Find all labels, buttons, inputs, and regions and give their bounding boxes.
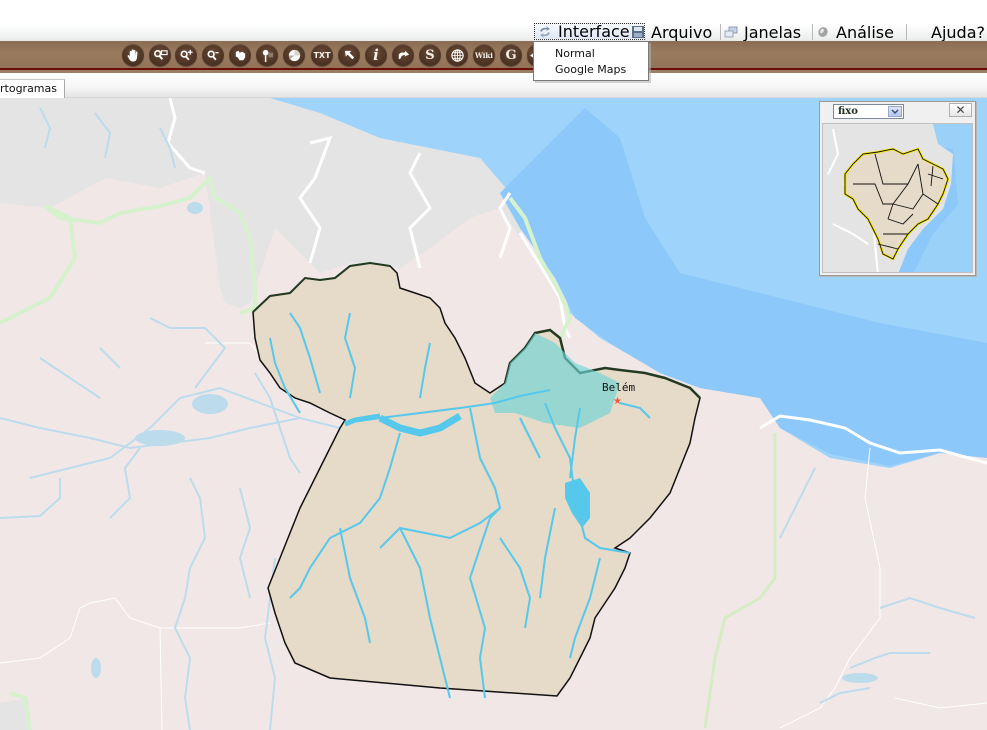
- analysis-icon: [818, 27, 828, 37]
- menu-arquivo[interactable]: Arquivo: [631, 22, 713, 42]
- menu-analise[interactable]: Análise: [816, 22, 894, 42]
- google-tool-button[interactable]: G: [500, 44, 522, 66]
- overview-map[interactable]: [822, 123, 973, 273]
- globe-icon: [450, 48, 464, 62]
- state-border: [703, 433, 777, 729]
- menu-ajuda-label: Ajuda?: [931, 22, 985, 42]
- windows-icon: [724, 26, 738, 38]
- state-border: [0, 204, 78, 325]
- pin-icon: [262, 49, 273, 62]
- map-extent-icon: [235, 50, 245, 60]
- menu-arquivo-label: Arquivo: [651, 22, 713, 42]
- zoom-extent-tool-button[interactable]: [229, 44, 251, 66]
- menu-separator: [720, 24, 721, 40]
- municipal-border: [205, 342, 259, 354]
- municipal-border: [779, 447, 881, 729]
- wiki-icon: Wiki: [475, 50, 493, 60]
- menu-ajuda[interactable]: Ajuda?: [931, 22, 985, 42]
- arrow-cursor-icon: [344, 50, 354, 59]
- app-window: Interface Arquivo Janelas Análise Ajuda?…: [0, 0, 987, 730]
- toolbar: TXT i S Wiki G: [0, 41, 987, 73]
- hand-icon: [127, 48, 137, 62]
- overview-map-panel: fixo ✕: [819, 101, 976, 276]
- municipal-border: [0, 597, 271, 664]
- interface-arrows-icon: [540, 25, 550, 38]
- capital-star-icon[interactable]: ★: [613, 397, 622, 407]
- identify-point-tool-button[interactable]: [256, 44, 278, 66]
- municipal-border: [159, 627, 163, 730]
- zoom-in-icon: [180, 49, 193, 60]
- foreign-land: [0, 98, 275, 308]
- zoom-box-icon: [153, 49, 168, 60]
- pan-tool-button[interactable]: [122, 44, 144, 66]
- tab-strip: rtogramas: [0, 73, 987, 98]
- city-label-belem: Belém: [602, 381, 636, 394]
- menu-janelas-label: Janelas: [744, 22, 802, 42]
- menu-interface[interactable]: Interface: [534, 22, 645, 41]
- chevron-down-icon: [888, 106, 902, 117]
- selection-tool-button[interactable]: S: [419, 44, 441, 66]
- web-services-tool-button[interactable]: [446, 44, 468, 66]
- measure-icon: [398, 50, 409, 59]
- pie-chart-icon: [288, 49, 300, 61]
- overview-mode-select[interactable]: fixo: [833, 104, 904, 119]
- info-tool-button[interactable]: i: [365, 44, 387, 66]
- zoom-out-tool-button[interactable]: [202, 44, 224, 66]
- zoom-in-tool-button[interactable]: [175, 44, 197, 66]
- info-icon: i: [373, 46, 379, 64]
- s-icon: S: [425, 47, 435, 63]
- zoom-out-icon: [207, 49, 219, 60]
- tab-cartogramas-label: rtogramas: [0, 82, 57, 95]
- pie-chart-tool-button[interactable]: [283, 44, 305, 66]
- measure-tool-button[interactable]: [392, 44, 414, 66]
- select-tool-button[interactable]: [338, 44, 360, 66]
- tab-cartogramas[interactable]: rtogramas: [0, 79, 65, 98]
- menu-janelas[interactable]: Janelas: [724, 22, 802, 42]
- dropdown-option-google-maps[interactable]: Google Maps: [555, 62, 626, 77]
- menu-separator: [812, 24, 813, 40]
- menu-analise-label: Análise: [836, 22, 894, 42]
- text-icon: TXT: [313, 50, 331, 60]
- overview-map-image: [823, 124, 958, 272]
- close-icon: ✕: [955, 103, 966, 117]
- interface-dropdown-menu: Normal Google Maps: [533, 41, 649, 81]
- text-tool-button[interactable]: TXT: [311, 44, 333, 66]
- dropdown-option-normal[interactable]: Normal: [555, 46, 595, 61]
- municipal-border: [894, 697, 987, 709]
- zoom-box-tool-button[interactable]: [149, 44, 171, 66]
- wiki-tool-button[interactable]: Wiki: [473, 44, 495, 66]
- google-icon: G: [505, 47, 517, 63]
- overview-close-button[interactable]: ✕: [949, 103, 972, 117]
- floppy-disk-icon: [632, 26, 644, 38]
- menu-separator: [906, 24, 907, 40]
- menu-interface-label: Interface: [558, 22, 630, 41]
- overview-mode-value: fixo: [838, 106, 858, 117]
